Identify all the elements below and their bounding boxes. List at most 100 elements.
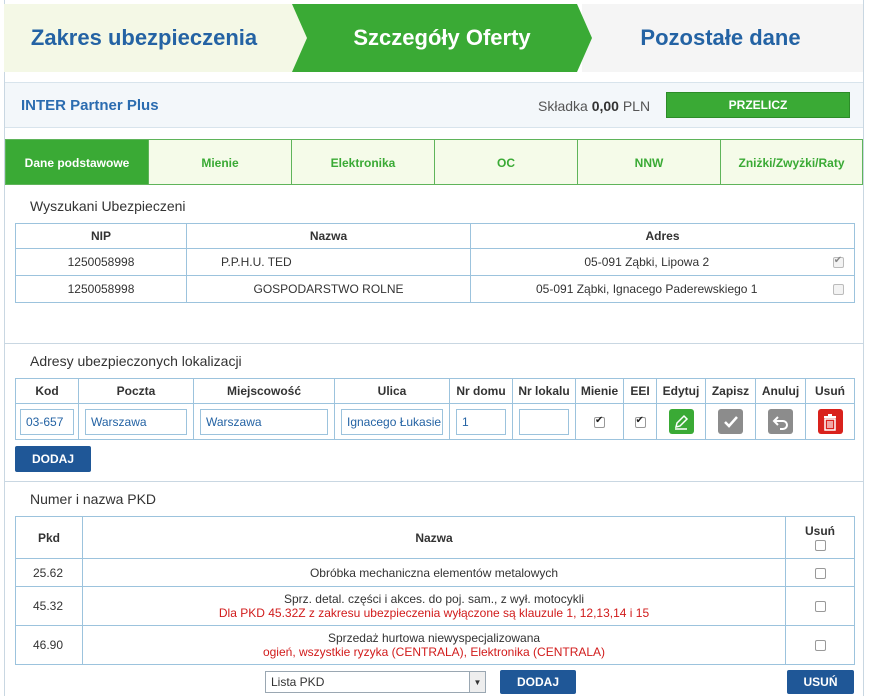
premium-currency: PLN	[622, 98, 651, 114]
wizard-step-label: Szczegóły Oferty	[353, 25, 531, 50]
column-header-edytuj: Edytuj	[656, 378, 706, 404]
pkd-remove-cell	[785, 558, 855, 587]
column-header-nr-domu: Nr domu	[449, 378, 513, 404]
save-button[interactable]	[718, 409, 743, 434]
column-header-ulica: Ulica	[334, 378, 450, 404]
table-row: 45.32 Sprz. detal. części i akces. do po…	[15, 586, 855, 626]
insured-name: P.P.H.U. TED	[186, 248, 471, 276]
pkd-section-title: Numer i nazwa PKD	[30, 491, 157, 507]
pkd-code: 46.90	[15, 625, 83, 665]
column-header-nazwa: Nazwa	[186, 223, 471, 249]
tab-nnw[interactable]: NNW	[577, 139, 721, 185]
tab-dane-podstawowe[interactable]: Dane podstawowe	[5, 139, 149, 185]
mienie-checkbox[interactable]	[594, 415, 605, 428]
column-header-adres: Adres	[470, 223, 855, 249]
insured-nip: 1250058998	[15, 248, 187, 276]
checkmark-icon	[723, 415, 738, 428]
pkd-remove-checkbox[interactable]	[814, 601, 826, 613]
edit-cell	[656, 403, 706, 440]
pkd-code: 25.62	[15, 558, 83, 587]
undo-icon	[772, 415, 788, 430]
pkd-name-cell: Sprz. detal. części i akces. do poj. sam…	[82, 586, 786, 626]
trash-icon	[824, 413, 836, 431]
tab-oc[interactable]: OC	[434, 139, 578, 185]
pkd-remove-cell	[785, 586, 855, 626]
nr-lokalu-cell	[512, 403, 576, 440]
remove-pkd-button[interactable]: USUŃ	[787, 670, 854, 694]
miejscowosc-input[interactable]: Warszawa	[200, 408, 328, 435]
pkd-warning-note: ogień, wszystkie ryzyka (CENTRALA), Elek…	[262, 645, 606, 659]
table-row: 25.62 Obróbka mechaniczna elementów meta…	[15, 558, 855, 587]
select-all-pkd-checkbox[interactable]	[814, 539, 826, 551]
pkd-code: 45.32	[15, 586, 83, 626]
column-header-nr-lokalu: Nr lokalu	[512, 378, 576, 404]
pkd-select-value: Lista PKD	[271, 675, 325, 689]
locations-table: Kod Poczta Miejscowość Ulica Nr domu Nr …	[15, 378, 855, 440]
tab-znizki-zwyzki-raty[interactable]: Zniżki/Zwyżki/Raty	[720, 139, 863, 185]
kod-cell: 03-657	[15, 403, 79, 440]
cancel-cell	[755, 403, 806, 440]
insured-section-title: Wyszukani Ubezpieczeni	[30, 198, 186, 214]
column-header-eei: EEI	[623, 378, 657, 404]
pkd-remove-cell	[785, 625, 855, 665]
nr-domu-cell: 1	[449, 403, 513, 440]
column-header-mienie: Mienie	[575, 378, 624, 404]
column-header-usun: Usuń	[805, 378, 855, 404]
nr-lokalu-input[interactable]	[519, 408, 569, 435]
section-divider	[5, 481, 863, 482]
insured-select-checkbox[interactable]	[832, 284, 844, 296]
pencil-icon	[674, 414, 689, 430]
delete-location-button[interactable]	[817, 409, 843, 434]
wizard-steps: Zakres ubezpieczenia Pozostałe dane Szcz…	[4, 4, 863, 72]
insured-select-cell	[822, 248, 855, 276]
table-row: 46.90 Sprzedaż hurtowa niewyspecjalizowa…	[15, 625, 855, 665]
column-header-zapisz: Zapisz	[705, 378, 756, 404]
table-row[interactable]: 1250058998 P.P.H.U. TED 05-091 Ząbki, Li…	[15, 248, 855, 276]
tab-mienie[interactable]: Mienie	[148, 139, 292, 185]
pkd-name-cell: Obróbka mechaniczna elementów metalowych	[82, 558, 786, 587]
pkd-remove-checkbox[interactable]	[814, 567, 826, 579]
wizard-step-label: Pozostałe dane	[640, 25, 801, 50]
table-row[interactable]: 1250058998 GOSPODARSTWO ROLNE 05-091 Ząb…	[15, 275, 855, 303]
edit-button[interactable]	[668, 409, 694, 434]
usun-header-label: Usuń	[805, 523, 835, 538]
add-pkd-button[interactable]: DODAJ	[500, 670, 576, 694]
product-bar: INTER Partner Plus Składka 0,00 PLN PRZE…	[5, 82, 863, 128]
ulica-input[interactable]: Ignacego Łukasie	[341, 408, 443, 435]
insured-select-checkbox[interactable]	[832, 255, 844, 269]
mienie-cell	[575, 403, 624, 440]
recalculate-button[interactable]: PRZELICZ	[666, 92, 850, 118]
pkd-remove-checkbox[interactable]	[814, 640, 826, 652]
save-cell	[705, 403, 756, 440]
section-divider	[5, 343, 863, 344]
cancel-button[interactable]	[768, 409, 793, 434]
wizard-step-szczegoly-active[interactable]: Szczegóły Oferty	[292, 4, 592, 72]
tab-bar: Dane podstawowe Mienie Elektronika OC NN…	[5, 139, 863, 185]
wizard-step-pozostale[interactable]: Pozostałe dane	[582, 4, 863, 72]
insured-nip: 1250058998	[15, 275, 187, 303]
delete-cell	[805, 403, 855, 440]
column-header-kod: Kod	[15, 378, 79, 404]
pkd-table: Pkd Nazwa Usuń 25.62 Obróbka mechaniczna…	[15, 516, 855, 665]
pkd-warning-note: Dla PKD 45.32Z z zakresu ubezpieczenia w…	[218, 606, 650, 620]
add-location-button[interactable]: DODAJ	[15, 446, 91, 472]
pkd-name-cell: Sprzedaż hurtowa niewyspecjalizowana ogi…	[82, 625, 786, 665]
tab-elektronika[interactable]: Elektronika	[291, 139, 435, 185]
pkd-header-row: Pkd Nazwa Usuń	[15, 516, 855, 559]
poczta-input[interactable]: Warszawa	[85, 408, 187, 435]
pkd-name: Sprz. detal. części i akces. do poj. sam…	[283, 592, 585, 606]
insured-address: 05-091 Ząbki, Lipowa 2	[470, 248, 823, 276]
column-header-anuluj: Anuluj	[755, 378, 806, 404]
wizard-step-zakres[interactable]: Zakres ubezpieczenia	[4, 4, 314, 72]
premium-label: Składka	[538, 98, 588, 114]
eei-checkbox[interactable]	[634, 415, 646, 428]
table-row: 03-657 Warszawa Warszawa Ignacego Łukasi…	[15, 403, 855, 440]
insured-address: 05-091 Ząbki, Ignacego Paderewskiego 1	[470, 275, 823, 303]
poczta-cell: Warszawa	[78, 403, 194, 440]
pkd-list-select[interactable]: Lista PKD ▼	[265, 671, 486, 693]
tab-underline	[5, 184, 863, 185]
insured-table: NIP Nazwa Adres 1250058998 P.P.H.U. TED …	[15, 223, 855, 303]
kod-input[interactable]: 03-657	[20, 408, 74, 435]
locations-header-row: Kod Poczta Miejscowość Ulica Nr domu Nr …	[15, 378, 855, 404]
nr-domu-input[interactable]: 1	[456, 408, 506, 435]
